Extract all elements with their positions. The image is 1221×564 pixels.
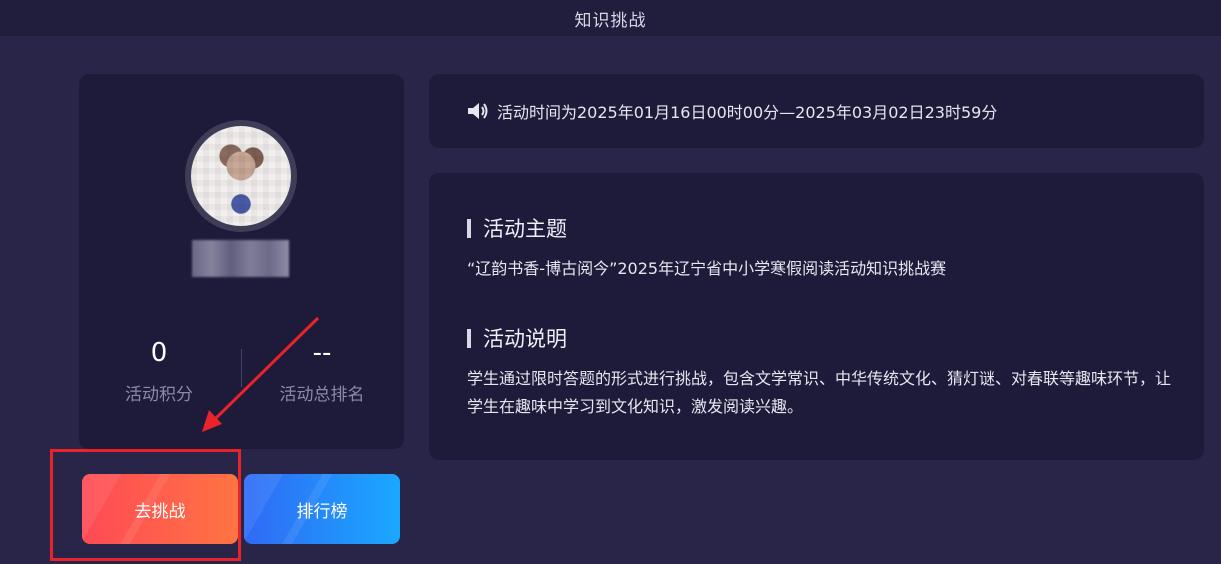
annotation-highlight-box — [50, 449, 241, 561]
activity-info-card: 活动主题 “辽韵书香-博古阅今”2025年辽宁省中小学寒假阅读活动知识挑战赛 活… — [429, 173, 1204, 460]
description-section-header: 活动说明 — [467, 323, 567, 353]
page-title: 知识挑战 — [574, 10, 647, 31]
description-text: 学生通过限时答题的形式进行挑战，包含文学常识、中华传统文化、猜灯谜、对春联等趣味… — [467, 369, 1172, 416]
rank-label: 活动总排名 — [279, 385, 365, 405]
points-label: 活动积分 — [125, 385, 193, 405]
description-heading: 活动说明 — [483, 327, 567, 351]
section-marker — [467, 328, 471, 348]
section-marker — [467, 218, 471, 238]
activity-time-text: 活动时间为2025年01月16日00时00分—2025年03月02日23时59分 — [497, 103, 998, 122]
rank-stat: -- 活动总排名 — [242, 336, 402, 405]
points-value: 0 — [150, 338, 168, 368]
activity-time-card: 活动时间为2025年01月16日00时00分—2025年03月02日23时59分 — [429, 74, 1204, 148]
rank-value: -- — [312, 338, 332, 368]
top-bar: 知识挑战 — [0, 0, 1221, 36]
theme-section-header: 活动主题 — [467, 213, 567, 243]
username-blurred — [192, 240, 289, 277]
theme-heading: 活动主题 — [483, 217, 567, 241]
ranking-button[interactable]: 排行榜 — [244, 474, 400, 544]
profile-card: 0 活动积分 -- 活动总排名 — [79, 74, 404, 449]
speaker-icon — [468, 103, 488, 119]
points-stat: 0 活动积分 — [79, 336, 239, 405]
avatar — [191, 126, 291, 226]
theme-text: “辽韵书香-博古阅今”2025年辽宁省中小学寒假阅读活动知识挑战赛 — [467, 259, 947, 278]
